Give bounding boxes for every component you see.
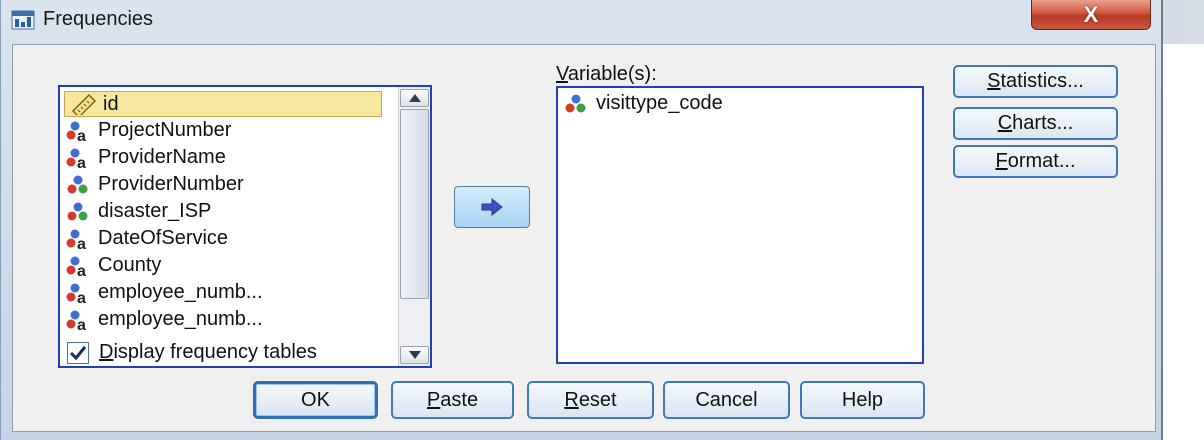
svg-text:a: a — [77, 128, 86, 142]
close-button[interactable]: X — [1031, 0, 1151, 30]
nominal-numeric-icon — [67, 202, 88, 220]
variable-label: id — [103, 92, 119, 115]
chevron-down-icon — [408, 351, 421, 359]
svg-text:a: a — [77, 155, 86, 169]
checkmark-icon — [69, 345, 87, 360]
variable-label: DateOfService — [98, 227, 229, 249]
chevron-up-icon — [408, 94, 421, 102]
help-button[interactable]: Help — [800, 381, 925, 419]
reset-mnemonic: R — [564, 388, 579, 411]
paste-button[interactable]: Paste — [391, 381, 514, 419]
charts-mnemonic: C — [997, 112, 1013, 134]
variable-item[interactable]: a County — [60, 252, 390, 279]
checkbox-mnemonic: D — [99, 341, 114, 363]
variable-label: ProjectNumber — [98, 119, 232, 141]
statistics-label: tatistics... — [1000, 70, 1084, 92]
statistics-mnemonic: S — [987, 70, 1001, 92]
vertical-scrollbar[interactable] — [398, 87, 430, 366]
variable-label: disaster_ISP — [98, 200, 212, 222]
variable-item[interactable]: disaster_ISP — [60, 198, 390, 225]
svg-text:a: a — [77, 263, 86, 277]
paste-mnemonic: P — [426, 388, 441, 411]
variable-label: ProviderNumber — [98, 173, 244, 195]
nominal-string-icon: a — [66, 121, 86, 142]
variable-item[interactable]: ProviderNumber — [60, 171, 390, 198]
nominal-string-icon: a — [66, 256, 86, 277]
cancel-label: Cancel — [695, 388, 758, 411]
source-items: id a ProjectNumber a ProviderName ProviderNum… — [60, 87, 390, 333]
spss-dialog-icon — [11, 10, 35, 30]
variable-label: visittype_code — [596, 92, 723, 114]
reset-button[interactable]: Reset — [527, 381, 654, 419]
source-variable-list[interactable]: id a ProjectNumber a ProviderName ProviderNum… — [58, 85, 432, 368]
variable-item[interactable]: a ProviderName — [60, 144, 390, 171]
variable-item[interactable]: id — [64, 91, 382, 117]
title-bar[interactable]: Frequencies X — [1, 0, 1161, 42]
nominal-string-icon: a — [66, 283, 86, 304]
ok-button[interactable]: OK — [253, 381, 378, 419]
svg-text:a: a — [77, 317, 86, 331]
svg-text:a: a — [77, 236, 86, 250]
target-variable-list[interactable]: visittype_code — [556, 86, 924, 364]
right-arrow-icon — [481, 197, 503, 217]
variable-label: County — [98, 254, 162, 276]
cancel-button[interactable]: Cancel — [663, 381, 790, 419]
paste-label: aste — [440, 388, 479, 411]
variable-item[interactable]: visittype_code — [558, 90, 922, 117]
nominal-string-icon: a — [66, 229, 86, 250]
variable-item[interactable]: a employee_numb... — [60, 306, 390, 333]
format-label: ormat... — [1007, 150, 1076, 172]
move-variable-button[interactable] — [454, 186, 530, 228]
format-mnemonic: F — [995, 150, 1008, 172]
window-title: Frequencies — [43, 8, 154, 30]
scroll-up-button[interactable] — [400, 89, 429, 107]
reset-label: eset — [578, 388, 617, 411]
ok-label: OK — [301, 388, 330, 411]
charts-button[interactable]: Charts... — [953, 107, 1118, 140]
nominal-string-icon: a — [66, 310, 86, 331]
help-label: Help — [841, 388, 884, 411]
charts-label: harts... — [1012, 112, 1074, 134]
display-frequency-tables-option[interactable]: Display frequency tables — [67, 341, 317, 364]
scale-ruler-icon — [72, 94, 96, 115]
variable-label: employee_numb... — [98, 281, 263, 303]
variable-label: ProviderName — [98, 146, 226, 168]
svg-text:a: a — [77, 290, 86, 304]
frequencies-dialog: Frequencies X id a ProjectNumber a ProviderN… — [0, 0, 1163, 440]
variable-item[interactable]: a DateOfService — [60, 225, 390, 252]
format-button[interactable]: Format... — [953, 145, 1118, 178]
target-items: visittype_code — [558, 88, 922, 117]
dialog-body: id a ProjectNumber a ProviderName ProviderNum… — [12, 44, 1156, 432]
variable-item[interactable]: a ProjectNumber — [60, 117, 390, 144]
variables-label: Variable(s): — [556, 63, 657, 85]
nominal-string-icon: a — [66, 148, 86, 169]
scroll-thumb[interactable] — [400, 109, 429, 299]
statistics-button[interactable]: Statistics... — [953, 65, 1118, 98]
scroll-down-button[interactable] — [400, 346, 429, 364]
variable-label: employee_numb... — [98, 308, 263, 330]
nominal-numeric-icon — [67, 175, 88, 193]
display-frequency-tables-checkbox[interactable] — [67, 341, 89, 364]
nominal-numeric-icon — [565, 94, 586, 112]
checkbox-label: isplay frequency tables — [113, 341, 317, 363]
close-icon: X — [1083, 1, 1099, 27]
variable-item[interactable]: a employee_numb... — [60, 279, 390, 306]
